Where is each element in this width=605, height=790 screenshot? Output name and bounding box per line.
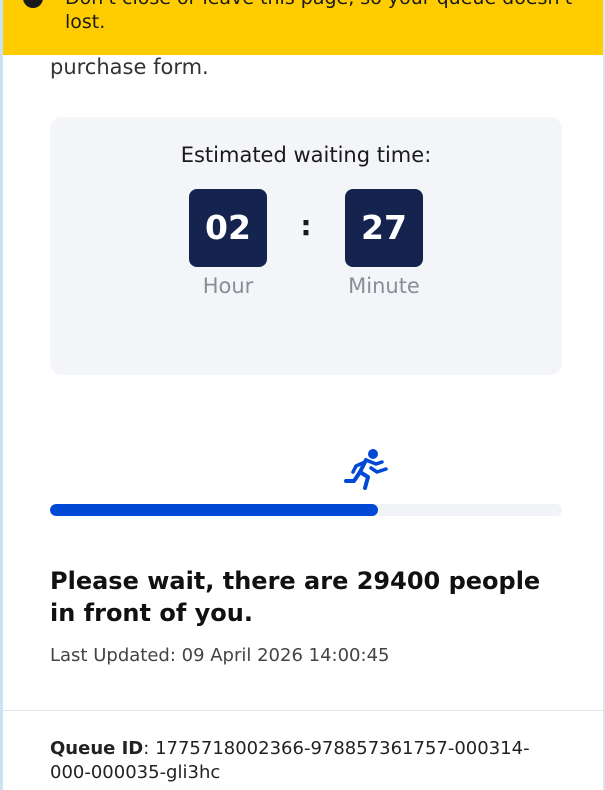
time-separator: :	[300, 209, 312, 242]
hour-label: Hour	[202, 274, 254, 298]
running-person-icon	[344, 449, 388, 490]
waiting-time-title: Estimated waiting time:	[180, 143, 432, 167]
left-border	[0, 0, 3, 790]
section-divider	[3, 710, 603, 711]
intro-text: purchase form.	[50, 55, 209, 79]
warning-banner: Don't close or leave this page, so your …	[3, 0, 603, 55]
info-icon	[23, 0, 43, 8]
people-ahead-message: Please wait, there are 29400 people in f…	[50, 567, 541, 627]
queue-progress-bar	[50, 504, 562, 516]
waiting-time-card: Estimated waiting time: 02 : 27 Hour Min…	[50, 117, 562, 375]
last-updated-text: Last Updated: 09 April 2026 14:00:45	[50, 645, 390, 666]
queue-id-label: Queue ID	[50, 738, 144, 759]
hours-value: 02	[189, 189, 267, 267]
minute-label: Minute	[348, 274, 420, 298]
queue-id-row: Queue ID: 1775718002366-978857361757-000…	[50, 737, 570, 785]
queue-progress-fill	[50, 504, 378, 516]
minutes-value: 27	[345, 189, 423, 267]
queue-page: Don't close or leave this page, so your …	[0, 0, 605, 790]
banner-text: Don't close or leave this page, so your …	[65, 0, 572, 33]
